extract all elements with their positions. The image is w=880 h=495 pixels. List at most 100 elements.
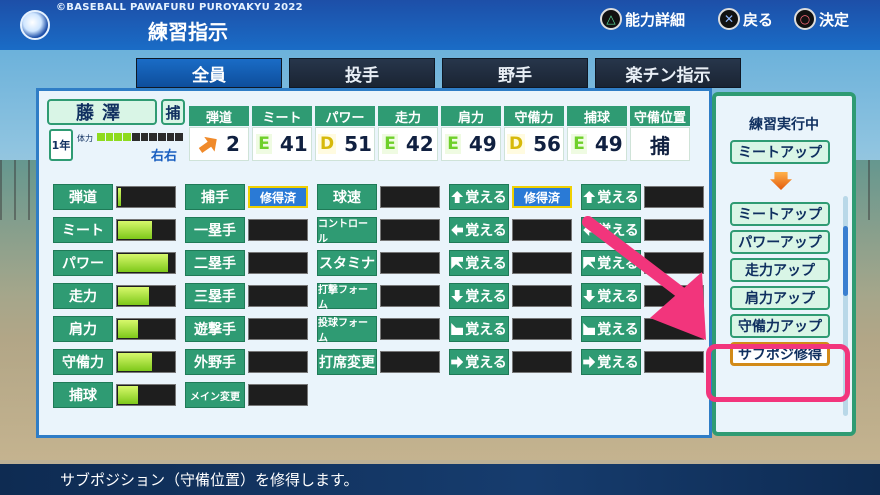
training-label-text: 覚える	[597, 256, 639, 272]
trajectory-arrow-icon	[194, 130, 222, 158]
stamina-segment	[157, 133, 166, 141]
training-cell[interactable]: 覚える	[449, 315, 572, 343]
training-label: 覚える	[581, 184, 641, 210]
progress-bar	[248, 285, 308, 307]
training-cell[interactable]: 覚える	[581, 249, 704, 277]
training-cell[interactable]: 覚える	[449, 348, 572, 376]
training-label: 三塁手	[185, 283, 245, 309]
training-cell[interactable]: 守備力	[53, 348, 176, 376]
stat-rank: D	[318, 134, 337, 154]
stat-rank: E	[382, 134, 398, 154]
training-label-text: 覚える	[597, 190, 639, 206]
training-label: 一塁手	[185, 217, 245, 243]
training-cell[interactable]: 遊撃手	[185, 315, 308, 343]
training-label: 覚える	[581, 217, 641, 243]
training-label: 捕手	[185, 184, 245, 210]
stamina-segment	[149, 133, 157, 141]
stat-rank: E	[256, 134, 272, 154]
training-cell[interactable]: 打撃フォーム	[317, 282, 440, 311]
training-cell[interactable]: パワー	[53, 249, 176, 277]
acquired-tag: 修得済	[248, 186, 308, 208]
training-label: 覚える	[581, 349, 641, 375]
progress-bar	[512, 285, 572, 307]
training-label: 覚える	[581, 283, 641, 309]
training-cell[interactable]: 走力	[53, 282, 176, 310]
back-button[interactable]: ✕ 戻る	[718, 8, 773, 30]
training-cell[interactable]: 覚える	[449, 216, 572, 244]
training-cell[interactable]: 捕手 修得済	[185, 183, 308, 211]
training-cell[interactable]: コントロール	[317, 216, 440, 245]
tab-all[interactable]: 全員	[136, 58, 282, 88]
training-label: パワー	[53, 250, 113, 276]
training-cell[interactable]: スタミナ	[317, 249, 440, 277]
training-cell[interactable]: 覚える	[581, 315, 704, 343]
circle-button-icon: ○	[794, 8, 816, 30]
practice-option[interactable]: ミートアップ	[730, 202, 830, 226]
stat-value: E 42	[378, 127, 438, 161]
training-label: 二塁手	[185, 250, 245, 276]
confirm-button[interactable]: ○ 決定	[794, 8, 849, 30]
practice-option[interactable]: パワーアップ	[730, 230, 830, 254]
training-cell[interactable]: 覚える	[581, 282, 704, 310]
direction-arrow-icon	[583, 191, 596, 203]
training-cell[interactable]: 弾道	[53, 183, 176, 211]
tab-fielder[interactable]: 野手	[442, 58, 588, 88]
practice-option[interactable]: 肩力アップ	[730, 286, 830, 310]
back-label: 戻る	[743, 10, 774, 29]
progress-fill	[118, 188, 121, 206]
stat-header: 弾道	[189, 106, 249, 126]
training-cell[interactable]: 捕球	[53, 381, 176, 409]
scrollbar-thumb[interactable]	[843, 226, 848, 296]
tab-pitcher[interactable]: 投手	[289, 58, 435, 88]
training-label: スタミナ	[317, 250, 377, 276]
training-cell[interactable]: 覚える	[449, 282, 572, 310]
training-label: 走力	[53, 283, 113, 309]
training-cell[interactable]: 打席変更	[317, 348, 440, 376]
progress-bar	[644, 186, 704, 208]
progress-bar	[644, 318, 704, 340]
training-cell[interactable]: 肩力	[53, 315, 176, 343]
progress-bar	[644, 351, 704, 373]
training-label: 遊撃手	[185, 316, 245, 342]
stat-rank: E	[571, 134, 587, 154]
training-label: 球速	[317, 184, 377, 210]
training-label: 覚える	[449, 217, 509, 243]
training-label: 外野手	[185, 349, 245, 375]
training-cell[interactable]: 二塁手	[185, 249, 308, 277]
practice-option[interactable]: 守備力アップ	[730, 314, 830, 338]
training-label: 覚える	[449, 184, 509, 210]
training-cell[interactable]: 覚える 修得済	[449, 183, 572, 211]
progress-bar	[248, 252, 308, 274]
practice-option[interactable]: 走力アップ	[730, 258, 830, 282]
current-practice[interactable]: ミートアップ	[730, 140, 830, 164]
ability-detail-button[interactable]: △ 能力詳細	[600, 8, 685, 30]
training-label: 覚える	[449, 349, 509, 375]
page-title: 練習指示	[148, 20, 228, 44]
training-label: 弾道	[53, 184, 113, 210]
stamina-label: 体力	[77, 134, 93, 143]
baseball-logo-icon	[20, 10, 50, 40]
tab-easy-instruction[interactable]: 楽チン指示	[595, 58, 741, 88]
stat-number: 51	[344, 132, 372, 156]
progress-bar	[380, 186, 440, 208]
training-cell[interactable]: 外野手	[185, 348, 308, 376]
training-label: コントロール	[317, 217, 377, 245]
training-cell[interactable]: 一塁手	[185, 216, 308, 244]
progress-fill	[118, 353, 152, 371]
training-label: 覚える	[581, 250, 641, 276]
handedness: 右右	[151, 149, 178, 164]
stat-value: D 56	[504, 127, 564, 161]
training-cell[interactable]: 投球フォーム	[317, 315, 440, 344]
training-cell[interactable]: 覚える	[581, 348, 704, 376]
training-label: 覚える	[449, 250, 509, 276]
direction-arrow-icon	[451, 257, 464, 269]
training-cell[interactable]: メイン変更	[185, 381, 308, 409]
stat-number: 49	[468, 132, 497, 156]
training-cell[interactable]: ミート	[53, 216, 176, 244]
training-cell[interactable]: 覚える	[449, 249, 572, 277]
training-cell[interactable]: 三塁手	[185, 282, 308, 310]
stat-value: 捕	[630, 127, 690, 161]
training-cell[interactable]: 覚える	[581, 183, 704, 211]
training-cell[interactable]: 覚える	[581, 216, 704, 244]
training-cell[interactable]: 球速	[317, 183, 440, 211]
